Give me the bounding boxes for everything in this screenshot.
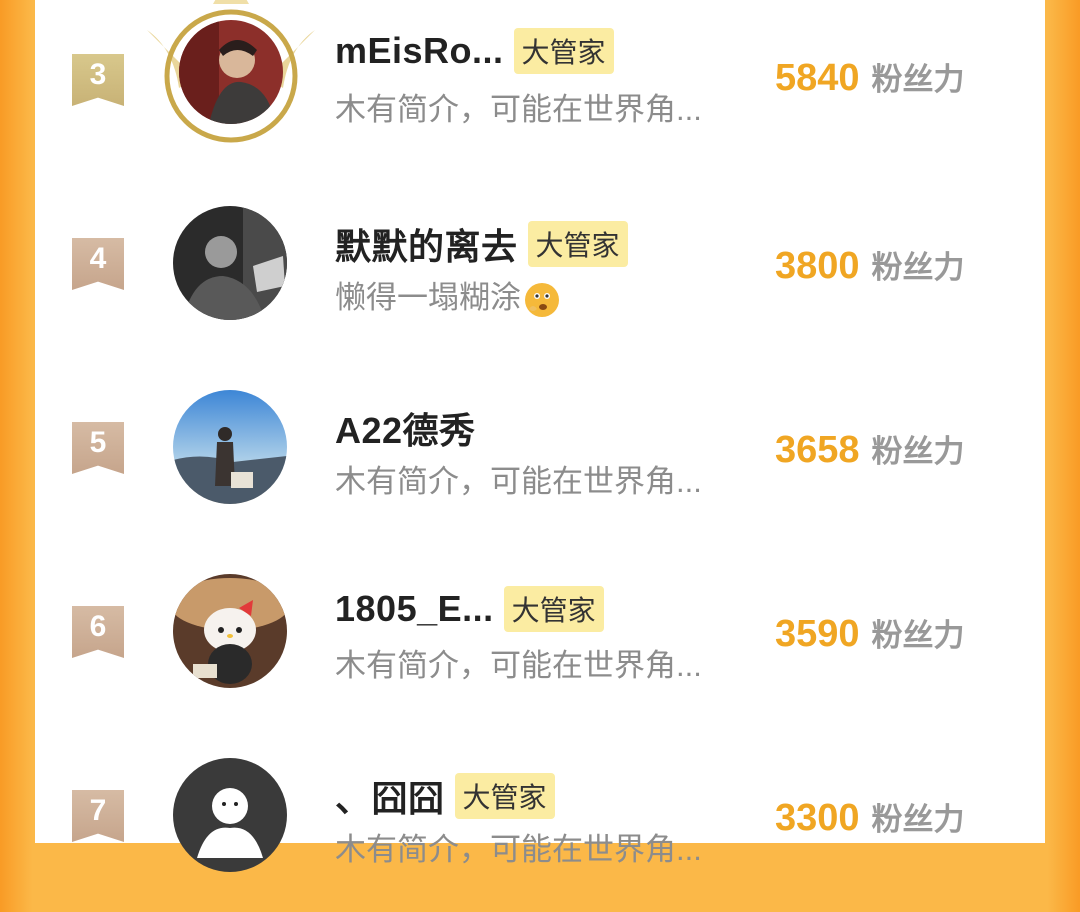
fan-score: 3590 <box>775 613 860 655</box>
ranking-row[interactable]: 4 默默的离去 大管家 懒得一塌糊涂 3800 粉丝力 <box>35 176 1045 360</box>
user-bio: 木有简介，可能在世界角... <box>335 832 702 867</box>
rank-badge: 6 <box>72 606 124 658</box>
user-bio: 木有简介，可能在世界角... <box>335 464 702 499</box>
user-name[interactable]: mEisRo... <box>335 30 504 72</box>
rank-badge: 7 <box>72 790 124 842</box>
fan-score: 3300 <box>775 797 860 839</box>
fan-score-unit: 粉丝力 <box>871 250 965 285</box>
user-name[interactable]: 、囧囧 <box>335 770 445 822</box>
fan-score-unit: 粉丝力 <box>871 62 965 97</box>
avatar[interactable] <box>173 390 287 504</box>
avatar[interactable] <box>173 206 287 320</box>
fan-score: 3658 <box>775 429 860 471</box>
fan-score: 3800 <box>775 245 860 287</box>
fan-score-unit: 粉丝力 <box>871 802 965 837</box>
avatar[interactable] <box>173 758 287 872</box>
ranking-row[interactable]: 5 A22德秀 木有简介，可能在世界角... 3658 粉丝力 <box>35 360 1045 544</box>
role-badge: 大管家 <box>503 586 604 632</box>
user-name[interactable]: 默默的离去 <box>335 218 518 270</box>
fan-score: 5840 <box>775 57 860 99</box>
ranking-row[interactable]: 6 1805_E... 大管家 木有简介，可能在世界角... 3590 粉丝力 <box>35 544 1045 728</box>
ranking-panel: 3 mEisRo... 大管家 木有简介，可能在世界角... 5840 粉丝力 … <box>35 0 1045 872</box>
rank-badge: 5 <box>72 422 124 474</box>
role-badge: 大管家 <box>527 221 628 267</box>
ranking-row[interactable]: 7 、囧囧 大管家 木有简介，可能在世界角... 3300 粉丝力 <box>35 728 1045 912</box>
user-name[interactable]: A22德秀 <box>335 402 476 454</box>
rank-badge: 3 <box>72 54 124 106</box>
avatar[interactable] <box>173 574 287 688</box>
fan-score-unit: 粉丝力 <box>871 434 965 469</box>
fan-score-unit: 粉丝力 <box>871 618 965 653</box>
avatar[interactable] <box>179 20 283 124</box>
user-bio-text: 懒得一塌糊涂 <box>335 280 521 315</box>
thinking-face-emoji <box>525 282 559 317</box>
role-badge: 大管家 <box>454 773 555 819</box>
user-bio: 木有简介，可能在世界角... <box>335 648 702 683</box>
ranking-row[interactable]: 3 mEisRo... 大管家 木有简介，可能在世界角... 5840 粉丝力 <box>35 0 1045 176</box>
user-bio: 木有简介，可能在世界角... <box>335 92 702 127</box>
user-name[interactable]: 1805_E... <box>335 588 494 630</box>
role-badge: 大管家 <box>513 28 614 74</box>
rank-badge: 4 <box>72 238 124 290</box>
user-bio: 懒得一塌糊涂 <box>335 272 559 317</box>
